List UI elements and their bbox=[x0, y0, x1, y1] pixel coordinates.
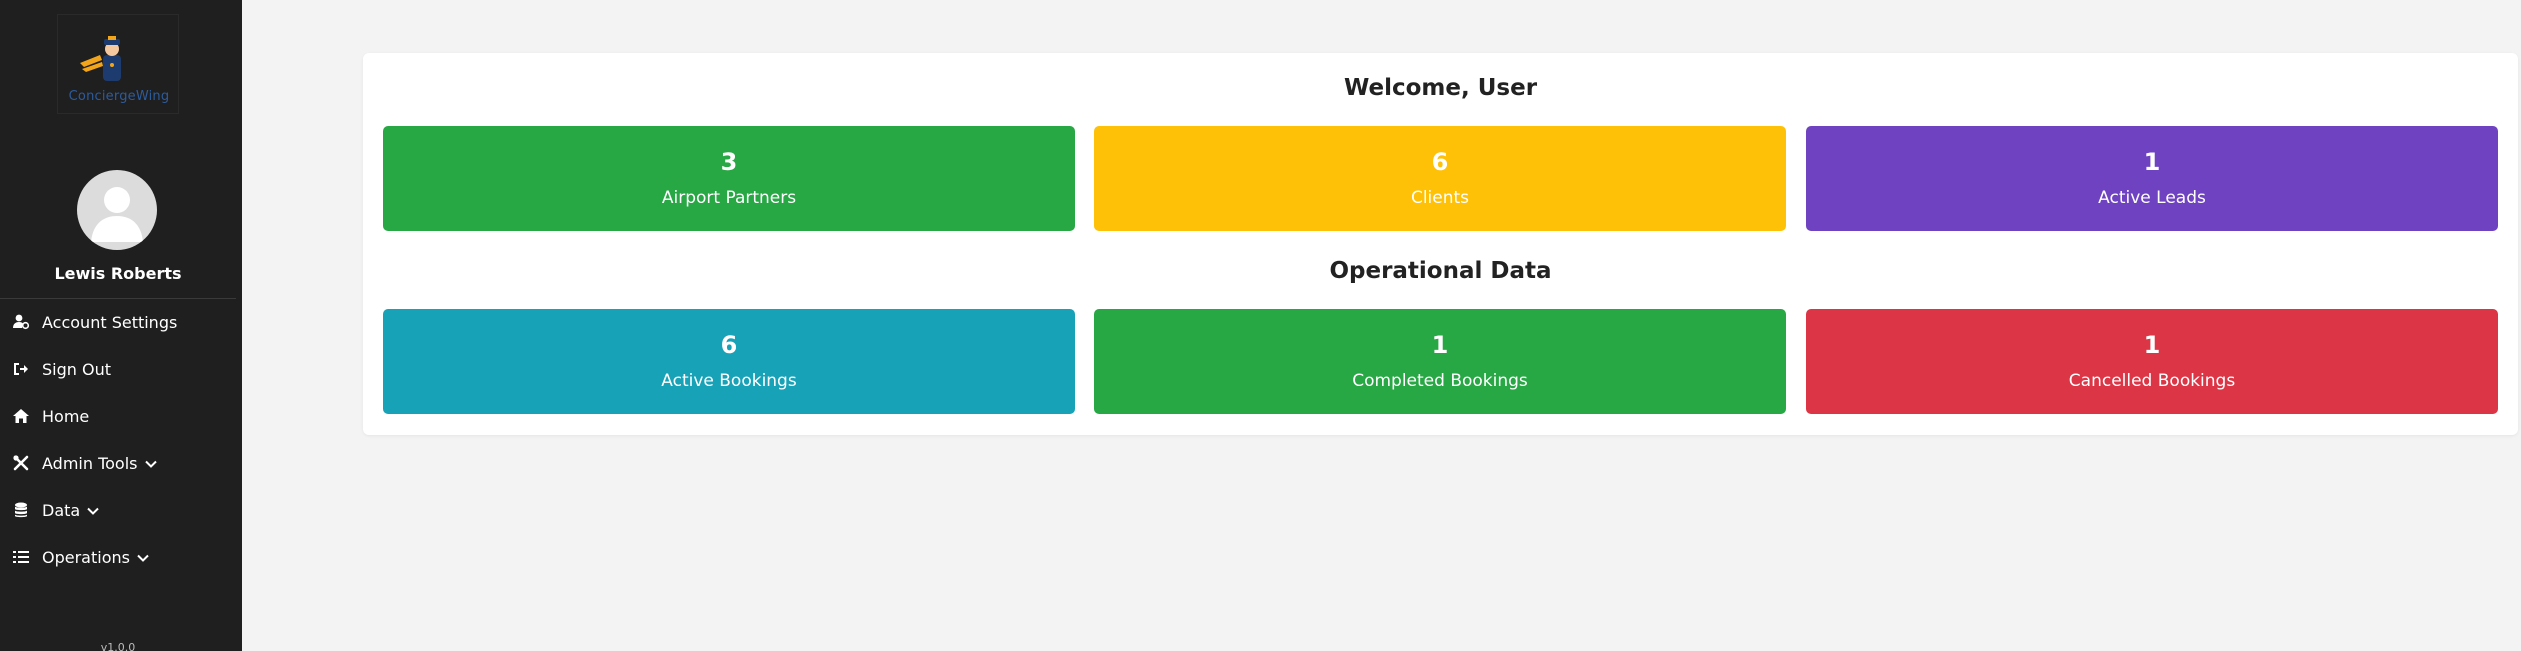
avatar bbox=[77, 170, 157, 250]
nav-label: Sign Out bbox=[42, 359, 111, 379]
nav-label: Operations bbox=[42, 547, 130, 567]
nav-label: Account Settings bbox=[42, 312, 178, 332]
operational-title: Operational Data bbox=[1329, 258, 1552, 284]
nav-home[interactable]: Home bbox=[12, 404, 89, 428]
nav-label: Admin Tools bbox=[42, 453, 138, 473]
tile-value: 1 bbox=[2143, 331, 2161, 359]
tools-icon bbox=[12, 454, 30, 472]
tile-active-leads[interactable]: 1 Active Leads bbox=[1806, 126, 2498, 231]
tile-label: Active Bookings bbox=[661, 371, 797, 391]
tile-label: Airport Partners bbox=[661, 188, 797, 208]
database-icon bbox=[12, 501, 30, 519]
tile-value: 6 bbox=[720, 331, 738, 359]
tile-label: Completed Bookings bbox=[1352, 371, 1528, 391]
nav-sign-out[interactable]: Sign Out bbox=[12, 357, 111, 381]
tile-active-bookings[interactable]: 6 Active Bookings bbox=[383, 309, 1075, 414]
tile-cancelled-bookings[interactable]: 1 Cancelled Bookings bbox=[1806, 309, 2498, 414]
tile-clients[interactable]: 6 Clients bbox=[1094, 126, 1786, 231]
tile-value: 6 bbox=[1431, 148, 1449, 176]
chevron-down-icon bbox=[144, 456, 158, 470]
divider bbox=[0, 298, 236, 299]
home-icon bbox=[12, 407, 30, 425]
nav-data[interactable]: Data bbox=[12, 498, 100, 522]
dashboard-card: Welcome, User 3 Airport Partners 6 Clien… bbox=[363, 53, 2518, 435]
user-name: Lewis Roberts bbox=[54, 264, 182, 283]
welcome-title: Welcome, User bbox=[1343, 75, 1538, 101]
nav-operations[interactable]: Operations bbox=[12, 545, 150, 569]
sign-out-icon bbox=[12, 360, 30, 378]
tile-value: 1 bbox=[1431, 331, 1449, 359]
tile-value: 1 bbox=[2143, 148, 2161, 176]
list-check-icon bbox=[12, 548, 30, 566]
app-version: v1.0.0 bbox=[100, 641, 136, 651]
chevron-down-icon bbox=[86, 503, 100, 517]
nav-label: Data bbox=[42, 500, 81, 520]
tile-completed-bookings[interactable]: 1 Completed Bookings bbox=[1094, 309, 1786, 414]
tile-airport-partners[interactable]: 3 Airport Partners bbox=[383, 126, 1075, 231]
tile-label: Cancelled Bookings bbox=[2068, 371, 2236, 391]
logo-text: ConciergeWing bbox=[68, 89, 170, 104]
tile-value: 3 bbox=[720, 148, 738, 176]
nav-account-settings[interactable]: Account Settings bbox=[12, 310, 177, 334]
chevron-down-icon bbox=[136, 550, 150, 564]
nav-label: Home bbox=[42, 406, 90, 426]
tile-label: Clients bbox=[1410, 188, 1470, 208]
tile-label: Active Leads bbox=[2098, 188, 2206, 208]
user-gear-icon bbox=[12, 313, 30, 331]
nav-admin-tools[interactable]: Admin Tools bbox=[12, 451, 158, 475]
sidebar: ConciergeWing Lewis Roberts Account Sett… bbox=[0, 0, 242, 651]
app-logo[interactable]: ConciergeWing bbox=[57, 14, 179, 114]
